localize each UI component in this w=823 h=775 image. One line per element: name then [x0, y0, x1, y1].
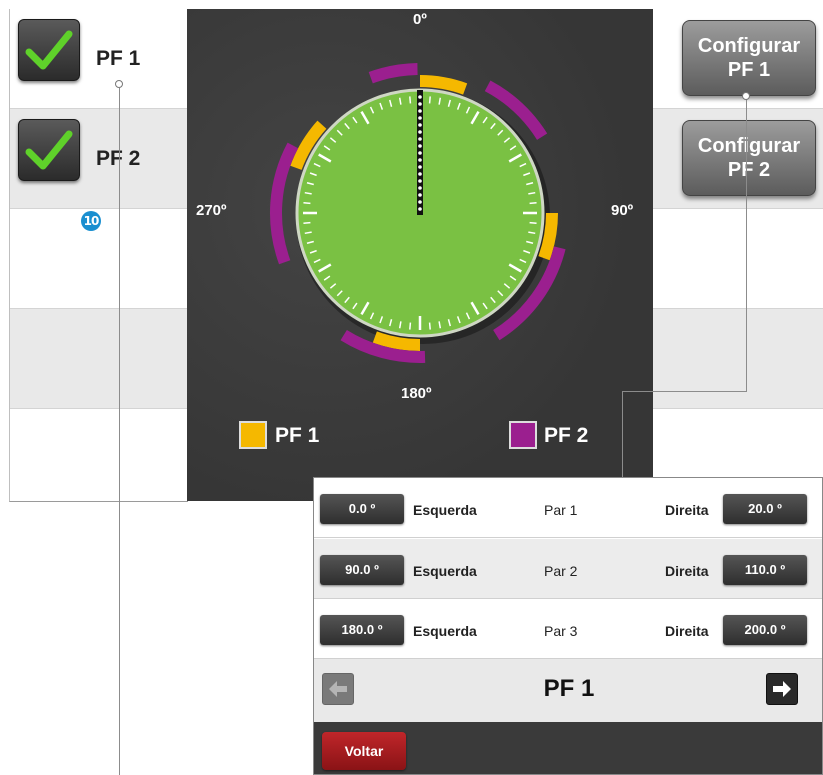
needle-dot: [418, 116, 422, 120]
callout-number-badge: 10: [81, 211, 101, 231]
pf2-checkbox[interactable]: [18, 119, 80, 181]
config-row: [653, 209, 823, 309]
needle-dot: [418, 172, 422, 176]
dial-tick: [409, 322, 412, 330]
pf2-sector-arc: [368, 63, 418, 84]
needle-dot: [418, 158, 422, 162]
left-angle-input[interactable]: 90.0 º: [320, 555, 404, 585]
dial-tick: [409, 96, 412, 104]
next-pf-button[interactable]: [766, 673, 798, 705]
right-label: Direita: [665, 623, 709, 639]
needle-dot: [418, 186, 422, 190]
dial-tick: [529, 221, 537, 224]
callout-dot: [115, 80, 123, 88]
left-label: Esquerda: [413, 502, 477, 518]
needle-dot: [418, 151, 422, 155]
pair-row-3: 180.0 º Esquerda Par 3 Direita 200.0 º: [314, 599, 822, 659]
pf-title: PF 1: [543, 675, 595, 702]
right-angle-input[interactable]: 110.0 º: [723, 555, 807, 585]
needle-dot: [418, 144, 422, 148]
configure-pf1-button[interactable]: Configurar PF 1: [682, 20, 816, 96]
dial-panel: 0º 90º 180º 270º PF 1 PF 2: [187, 9, 653, 501]
arrow-right-icon: [773, 681, 791, 697]
callout-dot: [742, 92, 750, 100]
needle-dot: [418, 207, 422, 211]
right-angle-input[interactable]: 200.0 º: [723, 615, 807, 645]
needle-dot: [418, 200, 422, 204]
checkmark-icon: [25, 130, 73, 170]
pf1-label: PF 1: [96, 47, 141, 70]
checkmark-icon: [25, 30, 73, 70]
callout-line: [119, 88, 120, 775]
needle-dot: [418, 193, 422, 197]
dial-tick: [303, 221, 311, 224]
left-angle-input[interactable]: 0.0 º: [320, 494, 404, 524]
back-button[interactable]: Voltar: [322, 732, 406, 770]
config-row: [653, 309, 823, 409]
needle-dot: [418, 130, 422, 134]
pf-list-item-empty: [10, 409, 188, 501]
callout-line: [622, 391, 747, 392]
configure-pf2-button[interactable]: Configurar PF 2: [682, 120, 816, 196]
pf-config-panel: 0.0 º Esquerda Par 1 Direita 20.0 º 90.0…: [313, 477, 823, 775]
needle-dot: [418, 137, 422, 141]
left-angle-input[interactable]: 180.0 º: [320, 615, 404, 645]
needle-dot: [418, 165, 422, 169]
dial-tick: [303, 202, 311, 205]
legend-swatch-pf2: [509, 421, 537, 449]
pf1-checkbox[interactable]: [18, 19, 80, 81]
pf-list-item-2: PF 2: [10, 109, 188, 209]
needle-dot: [418, 179, 422, 183]
pf-list-item-1: PF 1: [10, 9, 188, 109]
panel-footer: Voltar: [314, 722, 822, 774]
dial-tick: [428, 322, 431, 330]
callout-line: [746, 96, 747, 392]
legend-label-pf2: PF 2: [544, 424, 589, 447]
pf-list: PF 1 PF 2: [9, 9, 188, 502]
dial-tick: [529, 202, 537, 205]
left-label: Esquerda: [413, 623, 477, 639]
pair-label: Par 1: [544, 502, 578, 518]
needle-dot: [418, 95, 422, 99]
pf1-sector-arc: [419, 75, 468, 95]
pair-label: Par 3: [544, 623, 578, 639]
right-label: Direita: [665, 563, 709, 579]
needle-dot: [418, 123, 422, 127]
needle-dot: [418, 102, 422, 106]
pf-navigation: PF 1: [314, 659, 822, 722]
legend-label-pf1: PF 1: [275, 424, 320, 447]
right-label: Direita: [665, 502, 709, 518]
right-angle-input[interactable]: 20.0 º: [723, 494, 807, 524]
left-label: Esquerda: [413, 563, 477, 579]
pair-label: Par 2: [544, 563, 578, 579]
pf2-sector-arc: [270, 142, 299, 265]
pf-list-item-empty: [10, 309, 188, 409]
pair-row-2: 90.0 º Esquerda Par 2 Direita 110.0 º: [314, 539, 822, 599]
pair-row-1: 0.0 º Esquerda Par 1 Direita 20.0 º: [314, 478, 822, 538]
legend-swatch-pf1: [239, 421, 267, 449]
dial-tick: [428, 96, 431, 104]
needle-dot: [418, 109, 422, 113]
angle-dial: [270, 63, 566, 363]
config-column: Configurar PF 1 Configurar PF 2: [653, 9, 823, 502]
